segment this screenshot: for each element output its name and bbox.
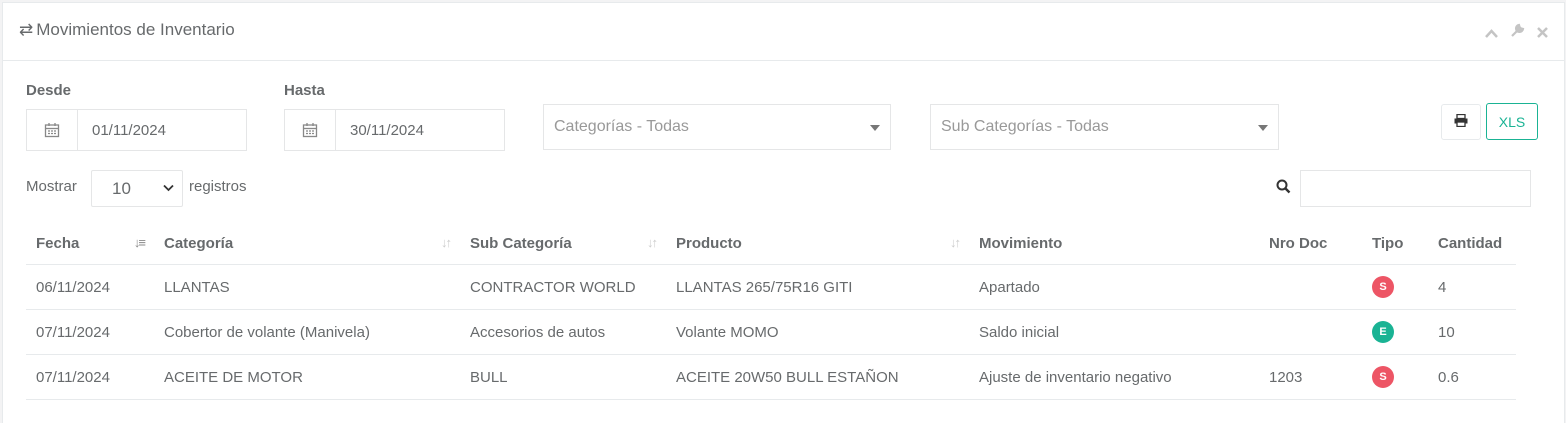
print-button[interactable] xyxy=(1441,104,1481,140)
column-header-movimiento[interactable]: Movimiento xyxy=(969,222,1259,265)
panel-tools xyxy=(1477,23,1548,42)
cell-movimiento: Apartado xyxy=(969,264,1259,310)
column-header-fecha[interactable]: Fecha ↓≡ xyxy=(26,222,154,265)
column-header-nrodoc[interactable]: Nro Doc xyxy=(1259,222,1362,265)
cell-producto: ACEITE 20W50 BULL ESTAÑON xyxy=(666,354,969,400)
cell-categoria: LLANTAS xyxy=(154,264,460,310)
cell-tipo: S xyxy=(1362,264,1428,310)
cell-producto: LLANTAS 265/75R16 GITI xyxy=(666,264,969,310)
categorias-placeholder: Categorías - Todas xyxy=(554,118,689,135)
column-header-tipo[interactable]: Tipo xyxy=(1362,222,1428,265)
swap-icon: ⇄ xyxy=(19,20,34,39)
cell-tipo: S xyxy=(1362,354,1428,400)
sort-icon: ↓↑ xyxy=(441,235,452,250)
column-header-categoria[interactable]: Categoría ↓↑ xyxy=(154,222,460,265)
sort-asc-icon: ↓≡ xyxy=(133,235,146,250)
table-row: 07/11/2024 Cobertor de volante (Manivela… xyxy=(26,309,1516,355)
tipo-badge: S xyxy=(1372,366,1394,388)
panel-header: ⇄ Movimientos de Inventario xyxy=(3,3,1564,61)
cell-producto: Volante MOMO xyxy=(666,309,969,355)
hasta-date-input[interactable]: 30/11/2024 xyxy=(284,109,505,151)
sort-icon: ↓↑ xyxy=(647,235,658,250)
desde-label: Desde xyxy=(26,82,72,99)
desde-date-input[interactable]: 01/11/2024 xyxy=(26,109,247,151)
desde-value: 01/11/2024 xyxy=(92,121,166,139)
subcategorias-placeholder: Sub Categorías - Todas xyxy=(941,118,1109,135)
panel-title: ⇄ Movimientos de Inventario xyxy=(19,20,235,40)
page-length-select[interactable]: 10 xyxy=(91,170,183,207)
cell-fecha: 06/11/2024 xyxy=(26,264,154,310)
cell-subcategoria: Accesorios de autos xyxy=(460,309,666,355)
panel-title-text: Movimientos de Inventario xyxy=(36,20,235,39)
chevron-up-icon[interactable] xyxy=(1484,25,1502,42)
sort-icon: ↓↑ xyxy=(950,235,961,250)
print-icon xyxy=(1454,113,1468,131)
cell-fecha: 07/11/2024 xyxy=(26,309,154,355)
caret-down-icon xyxy=(1258,125,1268,131)
column-header-cantidad[interactable]: Cantidad xyxy=(1428,222,1516,265)
cell-nrodoc: 1203 xyxy=(1259,354,1362,400)
table-header-row: Fecha ↓≡ Categoría ↓↑ Sub Categoría ↓↑ Prod… xyxy=(26,222,1516,265)
caret-down-icon xyxy=(870,125,880,131)
cell-movimiento: Saldo inicial xyxy=(969,309,1259,355)
column-header-producto[interactable]: Producto ↓↑ xyxy=(666,222,969,265)
cell-nrodoc xyxy=(1259,309,1362,355)
xls-export-button[interactable]: XLS xyxy=(1486,103,1538,140)
cell-cantidad: 10 xyxy=(1428,309,1516,355)
cell-categoria: ACEITE DE MOTOR xyxy=(154,354,460,400)
table-row: 07/11/2024 ACEITE DE MOTOR BULL ACEITE 2… xyxy=(26,354,1516,400)
search-input[interactable] xyxy=(1300,170,1531,207)
cell-cantidad: 4 xyxy=(1428,264,1516,310)
hasta-value: 30/11/2024 xyxy=(350,121,424,139)
cell-tipo: E xyxy=(1362,309,1428,355)
search-icon xyxy=(1276,179,1291,198)
cell-nrodoc xyxy=(1259,264,1362,310)
cell-categoria: Cobertor de volante (Manivela) xyxy=(154,309,460,355)
close-icon[interactable] xyxy=(1537,25,1548,42)
calendar-icon xyxy=(27,110,78,150)
cell-subcategoria: BULL xyxy=(460,354,666,400)
cell-movimiento: Ajuste de inventario negativo xyxy=(969,354,1259,400)
cell-cantidad: 0.6 xyxy=(1428,354,1516,400)
mostrar-label: Mostrar xyxy=(26,178,77,195)
tipo-badge: S xyxy=(1372,276,1394,298)
categorias-select[interactable]: Categorías - Todas xyxy=(543,104,891,150)
chevron-down-icon xyxy=(163,181,174,195)
cell-subcategoria: CONTRACTOR WORLD xyxy=(460,264,666,310)
subcategorias-select[interactable]: Sub Categorías - Todas xyxy=(930,104,1279,150)
wrench-icon[interactable] xyxy=(1510,23,1529,42)
column-header-subcategoria[interactable]: Sub Categoría ↓↑ xyxy=(460,222,666,265)
cell-fecha: 07/11/2024 xyxy=(26,354,154,400)
page-length-value: 10 xyxy=(112,178,131,198)
calendar-icon xyxy=(285,110,336,150)
registros-label: registros xyxy=(189,178,247,195)
inventory-movements-table: Fecha ↓≡ Categoría ↓↑ Sub Categoría ↓↑ Prod… xyxy=(26,222,1516,400)
hasta-label: Hasta xyxy=(284,82,325,99)
table-row: 06/11/2024 LLANTAS CONTRACTOR WORLD LLAN… xyxy=(26,264,1516,310)
tipo-badge: E xyxy=(1372,321,1394,343)
